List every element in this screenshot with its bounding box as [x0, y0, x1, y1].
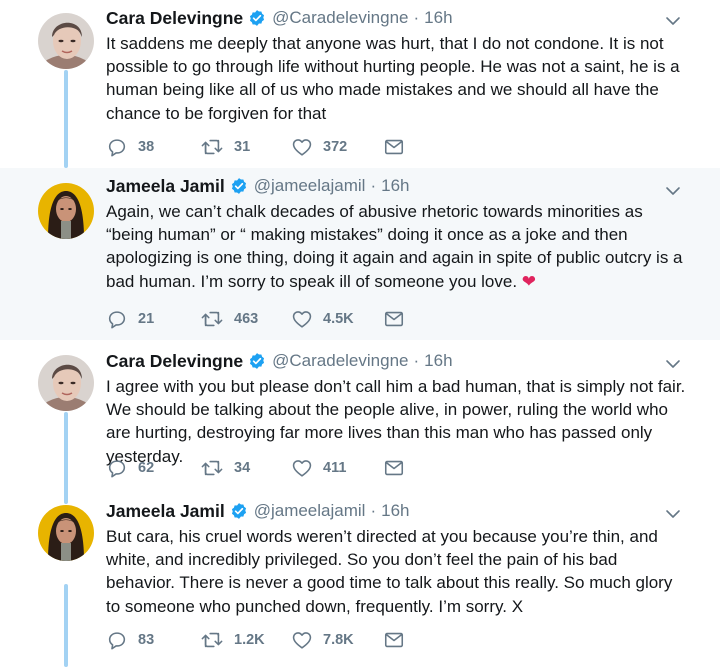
separator-dot: · [413, 351, 420, 370]
direct-message-icon [384, 632, 404, 648]
tweet-header: Jameela Jamil @jameelajamil · 16h [106, 499, 410, 523]
like-button[interactable]: 372 [291, 135, 347, 159]
display-name[interactable]: Jameela Jamil [106, 176, 225, 197]
jameela-avatar-image [38, 183, 94, 239]
timestamp[interactable]: 16h [381, 501, 409, 521]
chevron-down-icon[interactable] [664, 355, 682, 373]
retweet-count: 31 [234, 139, 251, 155]
timestamp[interactable]: 16h [381, 176, 409, 196]
tweet-text: It saddens me deeply that anyone was hur… [106, 34, 680, 123]
reply-count: 21 [138, 311, 155, 327]
separator-dot: · [370, 501, 377, 520]
user-handle[interactable]: @jameelajamil [254, 501, 366, 521]
reply-button[interactable]: 21 [106, 307, 154, 331]
tweet-header: Cara Delevingne @Caradelevingne · 16h [106, 6, 453, 30]
direct-message-icon [384, 460, 404, 476]
retweet-count: 463 [234, 311, 259, 327]
reply-button[interactable]: 62 [106, 456, 154, 480]
reply-icon [108, 311, 126, 329]
reply-button[interactable]: 83 [106, 628, 154, 652]
timestamp[interactable]: 16h [424, 8, 452, 28]
like-button[interactable]: 411 [291, 456, 346, 480]
jameela-avatar-image [38, 505, 94, 561]
avatar[interactable] [38, 183, 94, 239]
retweet-button[interactable]: 31 [200, 135, 250, 159]
display-name[interactable]: Cara Delevingne [106, 8, 243, 29]
separator-dot: · [413, 8, 420, 27]
direct-message-icon [384, 139, 404, 155]
verified-badge-icon [230, 502, 248, 520]
avatar[interactable] [38, 13, 94, 69]
user-handle[interactable]: @jameelajamil [254, 176, 366, 196]
tweet-text: Again, we can’t chalk decades of abusive… [106, 200, 686, 293]
chevron-down-icon[interactable] [664, 12, 682, 30]
retweet-icon [201, 139, 223, 155]
like-icon [292, 311, 312, 328]
verified-badge-icon [248, 352, 266, 370]
reply-icon [108, 460, 126, 478]
retweet-button[interactable]: 463 [200, 307, 258, 331]
tweet-text-body: Again, we can’t chalk decades of abusive… [106, 202, 683, 291]
display-name[interactable]: Jameela Jamil [106, 501, 225, 522]
reply-count: 83 [138, 632, 155, 648]
reply-count: 38 [138, 139, 155, 155]
reply-count: 62 [138, 460, 155, 476]
chevron-down-icon[interactable] [664, 182, 682, 200]
tweet-text: But cara, his cruel words weren’t direct… [106, 527, 673, 616]
retweet-count: 1.2K [234, 632, 265, 648]
like-icon [292, 460, 312, 477]
user-handle[interactable]: @Caradelevingne [272, 8, 408, 28]
like-icon [292, 139, 312, 156]
reply-icon [108, 632, 126, 650]
verified-badge-icon [248, 9, 266, 27]
display-name[interactable]: Cara Delevingne [106, 351, 243, 372]
retweet-count: 34 [234, 460, 251, 476]
direct-message-button[interactable] [383, 456, 405, 480]
direct-message-button[interactable] [383, 135, 405, 159]
avatar[interactable] [38, 355, 94, 411]
cara-avatar-image [38, 13, 94, 69]
verified-badge-icon [230, 177, 248, 195]
retweet-button[interactable]: 1.2K [200, 628, 265, 652]
tweet[interactable]: Cara Delevingne @Caradelevingne · 16h It… [0, 0, 720, 168]
cara-avatar-image [38, 355, 94, 411]
user-handle[interactable]: @Caradelevingne [272, 351, 408, 371]
retweet-icon [201, 460, 223, 476]
like-count: 411 [323, 460, 347, 476]
reply-icon [108, 139, 126, 157]
tweet[interactable]: Jameela Jamil @jameelajamil · 16h But ca… [0, 490, 720, 667]
retweet-icon [201, 632, 223, 648]
like-count: 372 [323, 139, 348, 155]
avatar[interactable] [38, 505, 94, 561]
like-button[interactable]: 4.5K [291, 307, 354, 331]
tweet-text: I agree with you but please don’t call h… [106, 377, 686, 466]
like-button[interactable]: 7.8K [291, 628, 354, 652]
separator-dot: · [370, 176, 377, 195]
timestamp[interactable]: 16h [424, 351, 452, 371]
tweet-header: Jameela Jamil @jameelajamil · 16h [106, 174, 410, 198]
reply-button[interactable]: 38 [106, 135, 154, 159]
direct-message-button[interactable] [383, 628, 405, 652]
tweet[interactable]: Cara Delevingne @Caradelevingne · 16h I … [0, 340, 720, 506]
like-count: 4.5K [323, 311, 354, 327]
direct-message-icon [384, 311, 404, 327]
retweet-icon [201, 311, 223, 327]
like-icon [292, 632, 312, 649]
retweet-button[interactable]: 34 [200, 456, 250, 480]
chevron-down-icon[interactable] [664, 505, 682, 523]
tweet-header: Cara Delevingne @Caradelevingne · 16h [106, 349, 453, 373]
direct-message-button[interactable] [383, 307, 405, 331]
tweet[interactable]: Jameela Jamil @jameelajamil · 16h Again,… [0, 168, 720, 340]
red-heart-emoji: ❤ [521, 271, 537, 291]
like-count: 7.8K [323, 632, 354, 648]
